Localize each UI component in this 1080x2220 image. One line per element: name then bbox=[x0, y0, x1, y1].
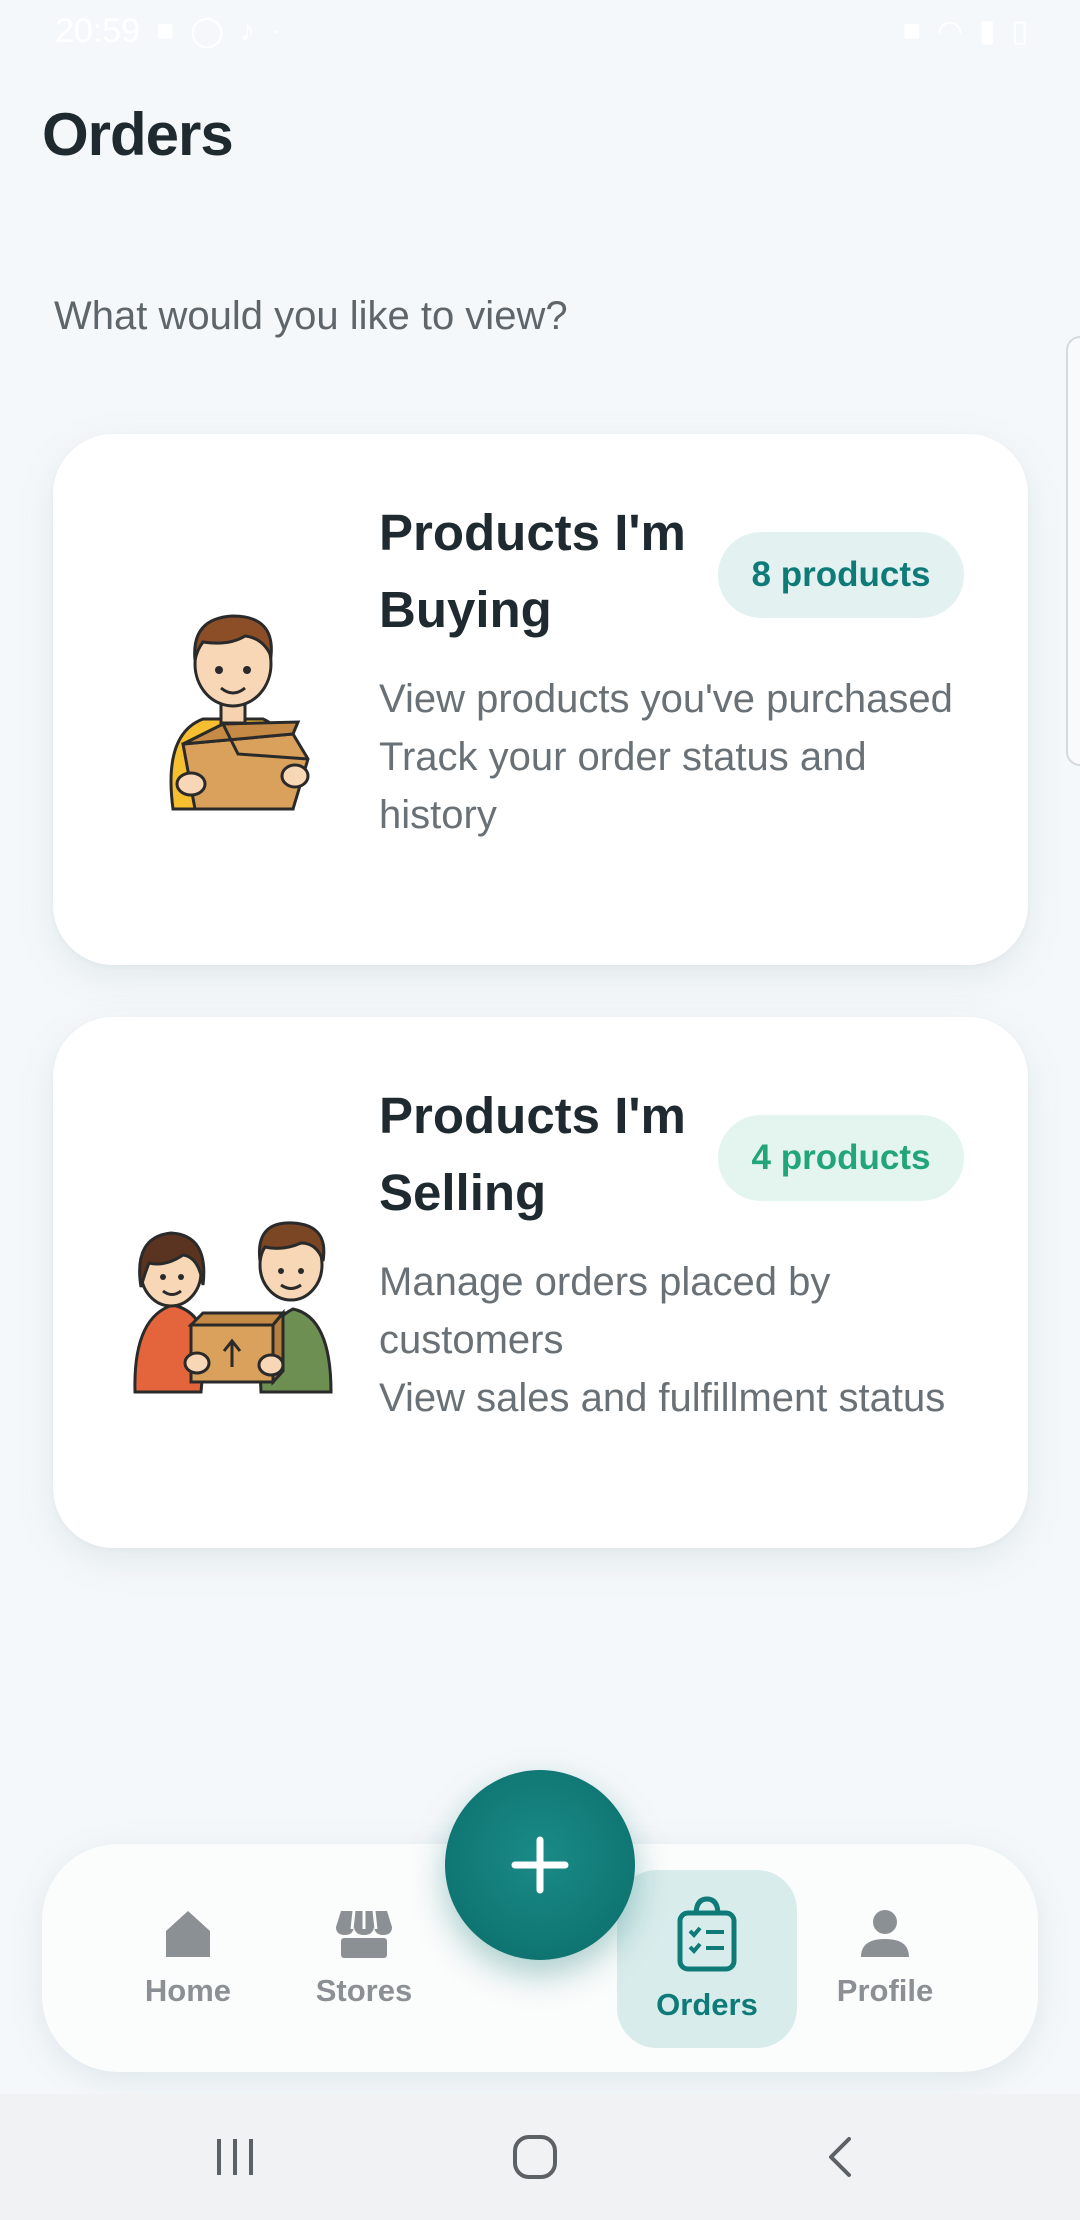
product-count-badge: 4 products bbox=[718, 1115, 964, 1201]
whatsapp-icon: ◯ bbox=[190, 14, 224, 48]
signal-icon: ▮ bbox=[978, 14, 996, 48]
plus-icon bbox=[511, 1836, 569, 1894]
add-fab-button[interactable] bbox=[445, 1770, 635, 1960]
card-description-line: Track your order status and history bbox=[379, 735, 867, 837]
card-description-line: Manage orders placed by customers bbox=[379, 1260, 831, 1362]
tiktok-icon: ♪ bbox=[239, 14, 255, 47]
status-time: 20:59 bbox=[55, 11, 141, 50]
card-description-line: View sales and fulfillment status bbox=[379, 1376, 946, 1420]
home-button[interactable] bbox=[490, 2094, 580, 2220]
card-description-line: View products you've purchased bbox=[379, 677, 953, 721]
store-icon bbox=[336, 1910, 392, 1958]
card-title: Products I'm Selling bbox=[379, 1087, 686, 1221]
card-description: View products you've purchased Track you… bbox=[379, 670, 979, 844]
wifi-icon: ◠ bbox=[936, 14, 963, 48]
person-holding-box-illustration bbox=[169, 614, 310, 811]
recent-apps-button[interactable] bbox=[190, 2094, 280, 2220]
battery-icon: ▯ bbox=[1011, 14, 1028, 48]
card-description: Manage orders placed by customers View s… bbox=[379, 1253, 979, 1427]
shopping-bag-list-icon bbox=[677, 1896, 737, 1972]
card-title: Products I'm Buying bbox=[379, 504, 686, 638]
home-circle-icon bbox=[513, 2135, 557, 2179]
page-title: Orders bbox=[42, 101, 234, 168]
edge-panel-handle[interactable] bbox=[1066, 336, 1080, 766]
two-people-exchanging-box-illustration bbox=[133, 1221, 333, 1394]
nav-label: Stores bbox=[315, 1973, 413, 2008]
products-buying-card[interactable]: Products I'm Buying 8 products View prod… bbox=[53, 434, 1028, 965]
products-selling-card[interactable]: Products I'm Selling 4 products Manage o… bbox=[53, 1017, 1028, 1548]
back-button[interactable] bbox=[795, 2094, 885, 2220]
status-right: ■ ◠ ▮ ▯ bbox=[903, 14, 1028, 49]
mute-icon: ■ bbox=[902, 14, 921, 47]
product-count-badge: 8 products bbox=[718, 532, 964, 618]
nav-item-stores[interactable]: Stores bbox=[298, 1844, 430, 2072]
nav-label: Profile bbox=[836, 1973, 934, 2008]
status-left: 20:59 ■ ◯ ♪ · bbox=[55, 12, 281, 51]
back-icon bbox=[829, 2137, 851, 2177]
nav-item-profile[interactable]: Profile bbox=[819, 1844, 951, 2072]
nav-item-home[interactable]: Home bbox=[122, 1844, 254, 2072]
nav-label: Home bbox=[144, 1973, 232, 2008]
nav-label: Orders bbox=[656, 1987, 758, 2022]
home-icon bbox=[166, 1911, 210, 1957]
person-icon bbox=[861, 1910, 909, 1957]
video-call-icon: ■ bbox=[156, 14, 175, 47]
system-navigation-bar bbox=[0, 2094, 1080, 2220]
dot-icon: · bbox=[270, 14, 281, 47]
view-prompt: What would you like to view? bbox=[54, 294, 568, 338]
recent-apps-icon bbox=[217, 2139, 253, 2175]
status-bar: 20:59 ■ ◯ ♪ · ■ ◠ ▮ ▯ bbox=[0, 0, 1080, 62]
nav-item-orders[interactable]: Orders bbox=[617, 1870, 797, 2048]
